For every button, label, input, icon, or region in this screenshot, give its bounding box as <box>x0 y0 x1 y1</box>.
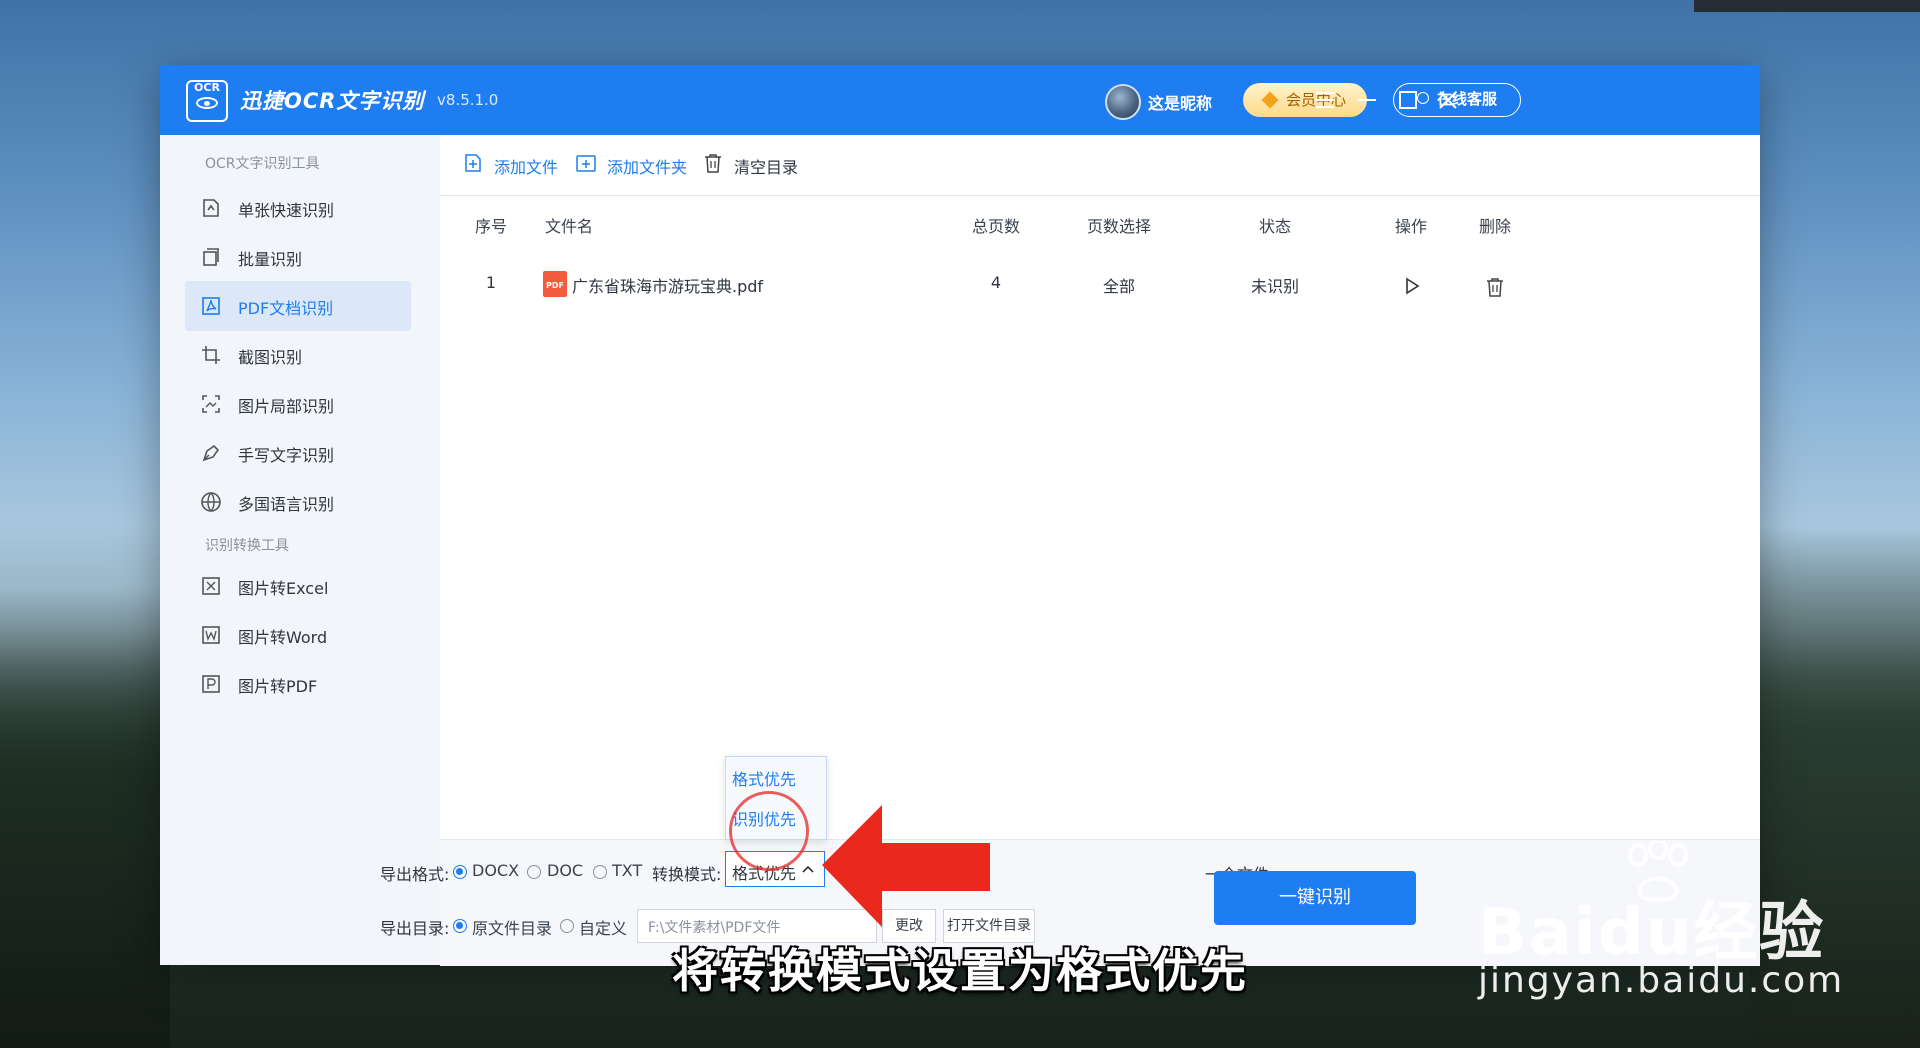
row-filename: 广东省珠海市游玩宝典.pdf <box>572 277 764 296</box>
file-toolbar: 添加文件 添加文件夹 清空目录 <box>440 135 1760 196</box>
col-action: 操作 <box>1394 217 1428 236</box>
single-doc-icon <box>203 199 219 217</box>
sidebar-item-label: 图片转PDF <box>238 677 318 696</box>
dir-custom-radio[interactable] <box>560 919 574 933</box>
delete-row-icon[interactable] <box>1485 276 1505 298</box>
sidebar-item-label: 多国语言识别 <box>238 495 335 514</box>
sidebar-item-to-pdf[interactable]: 图片转PDF <box>185 659 411 709</box>
col-status: 状态 <box>1258 217 1292 236</box>
sidebar-item-image-region[interactable]: 图片局部识别 <box>185 379 411 429</box>
convert-mode-label: 转换模式: <box>652 865 722 884</box>
export-path-value: F:\文件素材\PDF文件 <box>648 920 781 936</box>
col-index: 序号 <box>474 217 508 236</box>
clear-list-label: 清空目录 <box>734 158 799 177</box>
format-doc-label[interactable]: DOC <box>547 861 583 880</box>
row-pages: 4 <box>990 273 1002 292</box>
add-file-icon <box>465 154 481 172</box>
format-doc-radio[interactable] <box>527 865 541 879</box>
add-folder-icon <box>576 155 596 172</box>
sidebar-item-single[interactable]: 单张快速识别 <box>185 183 411 233</box>
dir-original-radio[interactable] <box>453 919 467 933</box>
format-txt-radio[interactable] <box>593 865 607 879</box>
start-recognition-button[interactable]: 一键识别 <box>1214 871 1416 925</box>
word-icon <box>202 626 220 644</box>
batch-icon <box>203 248 219 266</box>
title-bar[interactable]: OCR 迅捷OCR文字识别 v8.5.1.0 这是昵称 会员中心 在线客服 <box>160 65 1760 135</box>
pdf-file-icon <box>202 675 220 693</box>
avatar[interactable] <box>1105 84 1141 120</box>
row-status: 未识别 <box>1250 277 1300 296</box>
sidebar-item-to-excel[interactable]: 图片转Excel <box>185 561 411 611</box>
sidebar-item-label: 手写文字识别 <box>238 446 335 465</box>
sidebar-item-multilang[interactable]: 多国语言识别 <box>185 477 411 527</box>
globe-icon <box>201 492 221 512</box>
logo-text: OCR <box>194 81 220 94</box>
sidebar-item-label: PDF文档识别 <box>238 299 334 318</box>
trash-icon <box>705 154 721 173</box>
click-highlight-ring <box>729 791 809 871</box>
add-file-label: 添加文件 <box>494 158 559 177</box>
chevron-up-icon <box>802 865 814 873</box>
export-format-label: 导出格式: <box>380 865 450 884</box>
sidebar-item-label: 图片转Excel <box>238 579 329 598</box>
sidebar-section-ocr: OCR文字识别工具 <box>205 156 320 172</box>
sidebar-item-label: 截图识别 <box>238 348 303 367</box>
col-delete: 删除 <box>1478 217 1512 236</box>
col-filename: 文件名 <box>544 217 594 236</box>
add-folder-label: 添加文件夹 <box>607 158 688 177</box>
user-nickname[interactable]: 这是昵称 <box>1148 90 1212 114</box>
sidebar-item-label: 图片转Word <box>238 628 328 647</box>
sidebar-item-batch[interactable]: 批量识别 <box>185 232 411 282</box>
pen-icon <box>202 444 220 462</box>
pdf-file-icon: PDF <box>543 271 567 297</box>
maximize-icon[interactable] <box>1395 87 1421 113</box>
row-page-select[interactable]: 全部 <box>1103 273 1135 297</box>
app-logo-icon: OCR <box>186 80 228 122</box>
sidebar-item-to-word[interactable]: 图片转Word <box>185 610 411 660</box>
diamond-icon <box>1261 91 1279 109</box>
row-index: 1 <box>485 273 497 292</box>
watermark-url: jingyan.baidu.com <box>1478 960 1845 1001</box>
menu-icon[interactable] <box>1312 87 1338 113</box>
sidebar-item-label: 批量识别 <box>238 250 303 269</box>
image-region-icon <box>202 395 220 413</box>
crop-icon <box>202 346 220 364</box>
desktop-corner-tab <box>1694 0 1920 12</box>
sidebar-item-handwriting[interactable]: 手写文字识别 <box>185 428 411 478</box>
app-window: OCR 迅捷OCR文字识别 v8.5.1.0 这是昵称 会员中心 在线客服 OC… <box>160 65 1760 966</box>
excel-icon <box>202 577 220 595</box>
format-docx-label[interactable]: DOCX <box>472 861 519 880</box>
minimize-icon[interactable] <box>1354 87 1380 113</box>
play-icon[interactable] <box>1403 276 1421 296</box>
sidebar: OCR文字识别工具 单张快速识别 批量识别 PDF文档识别 截图识别 图片局部识… <box>160 135 440 965</box>
sidebar-item-pdf[interactable]: PDF文档识别 <box>185 281 411 331</box>
sidebar-item-label: 图片局部识别 <box>238 397 335 416</box>
sidebar-item-label: 单张快速识别 <box>238 201 335 220</box>
format-docx-radio[interactable] <box>453 865 467 879</box>
sidebar-section-convert: 识别转换工具 <box>205 538 289 554</box>
app-version: v8.5.1.0 <box>437 91 499 109</box>
col-pages: 总页数 <box>971 217 1021 236</box>
vip-center-button[interactable]: 会员中心 <box>1243 83 1367 117</box>
sidebar-item-screenshot[interactable]: 截图识别 <box>185 330 411 380</box>
pdf-icon <box>202 297 220 315</box>
red-arrow-icon <box>822 805 990 927</box>
close-icon[interactable] <box>1435 87 1461 113</box>
option-format-priority[interactable]: 格式优先 <box>732 766 796 790</box>
format-txt-label[interactable]: TXT <box>612 861 642 880</box>
app-title: 迅捷OCR文字识别 <box>240 89 425 113</box>
col-page-select: 页数选择 <box>1086 217 1152 236</box>
